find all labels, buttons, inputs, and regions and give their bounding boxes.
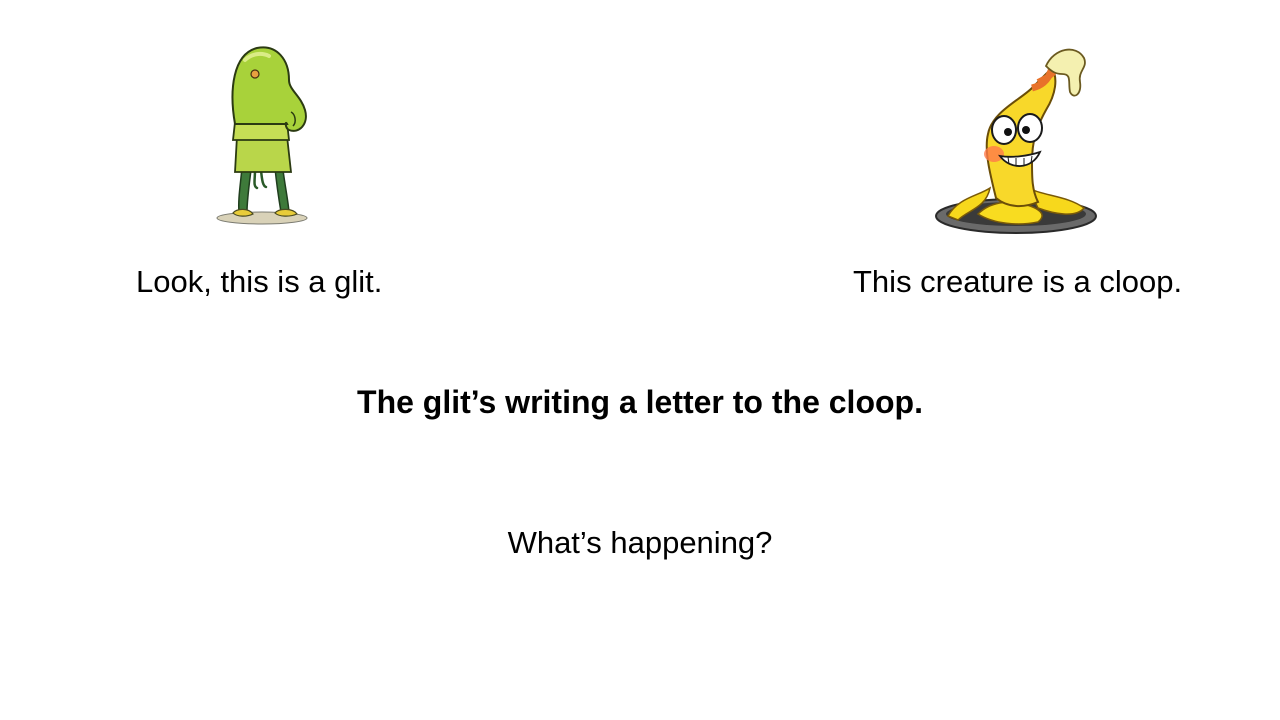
slide: Look, this is a glit. This creature is a… — [0, 0, 1280, 720]
glit-caption: Look, this is a glit. — [136, 264, 383, 299]
cloop-caption: This creature is a cloop. — [853, 264, 1183, 299]
glit-illustration — [216, 46, 308, 225]
cloop-illustration — [935, 48, 1097, 234]
headline-sentence: The glit’s writing a letter to the cloop… — [357, 384, 923, 420]
question-prompt: What’s happening? — [507, 525, 773, 560]
